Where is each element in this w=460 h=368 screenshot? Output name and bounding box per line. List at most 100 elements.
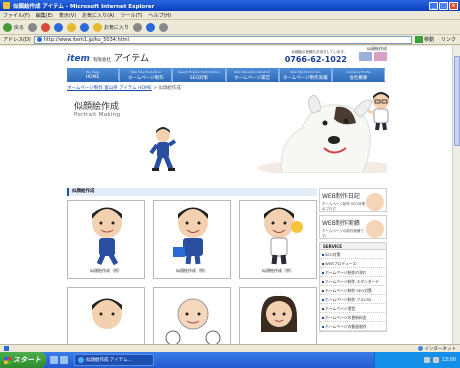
go-arrow-icon xyxy=(414,36,423,43)
links-label[interactable]: リンク xyxy=(441,36,456,43)
tray-volume-icon[interactable] xyxy=(432,357,439,363)
header-button-1[interactable] xyxy=(359,52,372,61)
nav-seo[interactable]: Search Engine Optimization SEO対策 xyxy=(173,68,227,82)
nav-home[interactable]: Top Page HOME xyxy=(67,68,121,82)
back-arrow-icon xyxy=(3,22,12,32)
service-link-fullcss[interactable]: ホームページ制作 フルCSS xyxy=(320,295,386,304)
phone-number: 0766-62-1022 xyxy=(284,55,347,64)
mail-button[interactable] xyxy=(146,22,156,32)
portrait-card[interactable] xyxy=(153,287,231,352)
site-logo[interactable]: item 有限会社 アイテム xyxy=(67,51,149,64)
page-title: 似顔絵作成 xyxy=(74,102,120,112)
menu-bar: ファイル(F) 編集(E) 表示(V) お気に入り(A) ツール(T) ヘルプ(… xyxy=(0,11,460,20)
page-icon xyxy=(36,37,42,42)
service-link-flow[interactable]: ホームページ制作の流れ xyxy=(320,268,386,277)
menu-file[interactable]: ファイル(F) xyxy=(3,12,30,19)
service-heading: SERVICE xyxy=(320,243,386,250)
maximize-button[interactable]: □ xyxy=(439,1,448,10)
status-bar: インターネット xyxy=(0,344,460,352)
taskbar-ie-window[interactable]: 似顔絵作成 アイテム... xyxy=(74,354,154,366)
blog-banner[interactable]: WEB制作日記 ホームページ制作 SEO対策のブログ xyxy=(319,188,387,212)
address-bar: アドレス(D) http://www.item1.jp/ku_5034.html… xyxy=(0,35,460,45)
minimize-button[interactable]: _ xyxy=(429,1,438,10)
sidebar: WEB制作日記 ホームページ制作 SEO対策のブログ WEB制作実績 ホームペー… xyxy=(319,188,387,332)
stop-button[interactable] xyxy=(41,22,51,32)
search-button[interactable] xyxy=(80,22,90,32)
menu-favorites[interactable]: お気に入り(A) xyxy=(82,12,114,19)
forward-arrow-icon xyxy=(28,22,38,32)
stop-icon xyxy=(41,22,51,32)
system-tray: 13:00 xyxy=(374,352,460,368)
breadcrumb-current: 似顔絵作成 xyxy=(158,86,181,91)
vertical-scrollbar[interactable] xyxy=(452,46,460,352)
nav-web-production-label: ホームページ制作 xyxy=(120,74,173,81)
breadcrumb-home-link[interactable]: ホームページ制作 富山県 アイテム HOME xyxy=(67,86,152,91)
portrait-grid: 似顔絵作成（例） 似顔絵作成（例） 似顔絵作成（例） xyxy=(67,200,317,352)
mascot-man-with-glasses-image xyxy=(367,92,389,131)
nav-seo-label: SEO対策 xyxy=(173,74,226,81)
logo-company-type: 有限会社 xyxy=(92,57,111,63)
logo-name: アイテム xyxy=(113,53,149,64)
portrait-monk-with-bike-image xyxy=(165,298,221,346)
works-banner[interactable]: WEB制作実績 ホームページの制作実績です。 xyxy=(319,215,387,239)
search-icon xyxy=(80,22,90,32)
works-banner-desc: ホームページの制作実績です。 xyxy=(322,229,364,238)
status-page-icon xyxy=(4,346,9,351)
mail-icon xyxy=(146,22,156,32)
start-label: スタート xyxy=(13,356,41,364)
page-subtitle: Portrait Making xyxy=(74,112,121,118)
portrait-card[interactable]: 似顔絵作成（例） xyxy=(239,200,317,279)
forward-button[interactable] xyxy=(28,22,38,32)
service-link-video[interactable]: ホームページの動画制作 xyxy=(320,322,386,331)
portrait-caption: 似顔絵作成（例） xyxy=(176,268,208,273)
go-button[interactable]: 移動 xyxy=(414,36,434,43)
address-label: アドレス(D) xyxy=(3,37,31,43)
back-button[interactable]: 戻る xyxy=(3,22,24,32)
portrait-running-man-image xyxy=(92,207,122,265)
home-button[interactable] xyxy=(67,22,77,32)
nav-web-production[interactable]: Web Site Production ホームページ制作 xyxy=(120,68,174,82)
portrait-card[interactable]: 似顔絵作成（例） xyxy=(153,200,231,279)
nav-works[interactable]: Web Site Production ホームページ制作実績 xyxy=(280,68,333,82)
nav-company[interactable]: Company Profile 会社概要 xyxy=(333,68,386,82)
taskbar: スタート 似顔絵作成 アイテム... 13:00 xyxy=(0,352,460,368)
scrollbar-thumb[interactable] xyxy=(454,56,460,146)
portrait-card[interactable] xyxy=(67,287,145,352)
quick-launch-ie-icon[interactable] xyxy=(50,356,58,364)
portrait-card[interactable] xyxy=(239,287,317,352)
portrait-caption: 似顔絵作成（例） xyxy=(90,268,122,273)
refresh-button[interactable] xyxy=(54,22,64,32)
print-button[interactable] xyxy=(159,22,169,32)
history-button[interactable] xyxy=(133,22,143,32)
close-button[interactable]: × xyxy=(449,1,458,10)
windows-logo-icon xyxy=(4,356,11,364)
portrait-card[interactable]: 似顔絵作成（例） xyxy=(67,200,145,279)
quick-launch-desktop-icon[interactable] xyxy=(60,356,68,364)
service-link-standard[interactable]: ホームページ制作 スタンダード xyxy=(320,277,386,286)
browser-window: 似顔絵作成 アイテム - Microsoft Internet Explorer… xyxy=(0,0,460,368)
toolbar: 戻る お気に入り xyxy=(0,20,460,35)
nav-works-label: ホームページ制作実績 xyxy=(280,74,332,81)
menu-view[interactable]: 表示(V) xyxy=(59,12,76,19)
service-link-produce[interactable]: WEBプロデュース xyxy=(320,259,386,268)
header-button-2[interactable] xyxy=(374,52,387,61)
home-icon xyxy=(67,22,77,32)
menu-edit[interactable]: 編集(E) xyxy=(36,12,53,19)
service-link-seo-plan[interactable]: ホームページ制作 SEO対策 xyxy=(320,286,386,295)
contact-info: 似顔絵の依頼もお待ちしています。 0766-62-1022 xyxy=(285,50,347,64)
refresh-icon xyxy=(54,22,64,32)
menu-help[interactable]: ヘルプ(H) xyxy=(148,12,171,19)
clock: 13:00 xyxy=(441,357,456,363)
quick-launch xyxy=(50,356,68,364)
service-link-operation[interactable]: ホームページ運営 xyxy=(320,304,386,313)
address-input[interactable]: http://www.item1.jp/ku_5034.html xyxy=(33,35,412,44)
start-button[interactable]: スタート xyxy=(0,352,46,368)
nav-seo-en: Search Engine Optimization xyxy=(173,69,226,74)
favorites-button[interactable]: お気に入り xyxy=(93,22,129,32)
service-link-seo[interactable]: SEO対策 xyxy=(320,250,386,259)
menu-tools[interactable]: ツール(T) xyxy=(121,12,143,19)
tray-network-icon[interactable] xyxy=(423,357,430,363)
portrait-man-image xyxy=(92,298,122,329)
service-link-update-fee[interactable]: ホームページの更新料金 xyxy=(320,313,386,322)
nav-administration[interactable]: Web Site Administration ホームページ運営 xyxy=(227,68,280,82)
